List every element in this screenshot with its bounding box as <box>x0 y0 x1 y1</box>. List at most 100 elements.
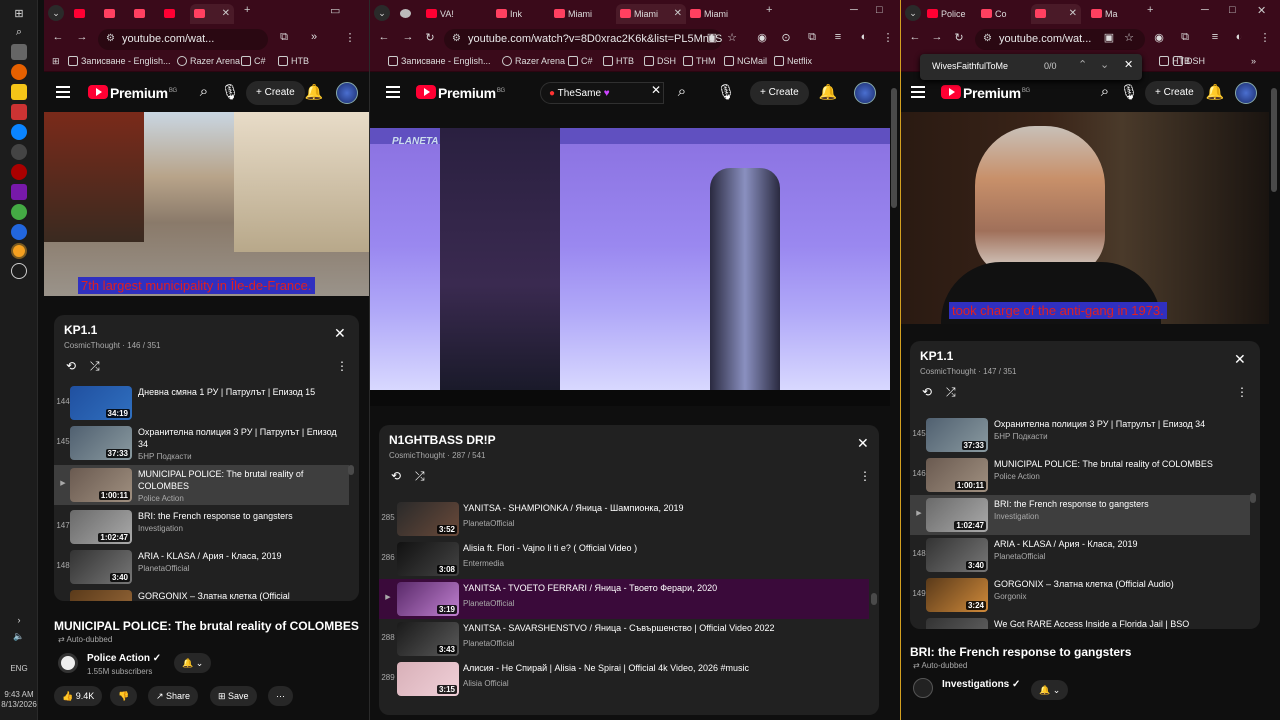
back-icon[interactable]: ← <box>907 31 923 43</box>
files-icon[interactable] <box>11 84 27 100</box>
bell-icon[interactable]: 🔔 <box>1205 83 1225 101</box>
tab[interactable] <box>70 4 98 24</box>
apps-icon[interactable]: ⊞ <box>52 56 60 67</box>
tab-active[interactable]: ✕ <box>190 4 234 24</box>
more-actions-button[interactable]: ⋯ <box>268 686 293 706</box>
thumbnail[interactable]: 1:02:47 <box>70 510 132 544</box>
playlist-row[interactable]: 148 3:40 ARIA - KLASA / Ария - Класа, 2019… <box>910 535 1250 575</box>
avatar[interactable] <box>854 82 876 104</box>
search-icon[interactable]: ⌕ <box>1095 83 1115 100</box>
clear-search-icon[interactable]: ✕ <box>646 83 666 97</box>
tab-search-icon[interactable]: ⌄ <box>48 5 64 21</box>
bell-icon[interactable]: 🔔 <box>818 83 838 101</box>
bell-icon[interactable]: 🔔 <box>304 83 324 101</box>
tab[interactable] <box>130 4 158 24</box>
video-player[interactable]: PLANETA 4K <box>370 128 890 390</box>
shuffle-icon[interactable]: ⤮ <box>946 385 956 400</box>
address-bar[interactable]: ⚙ youtube.com/watch?v=8D0xrac2K6k&list=PL… <box>444 29 722 50</box>
forward-icon[interactable]: → <box>400 31 416 43</box>
bookmark[interactable]: Razer Arena <box>177 56 240 66</box>
playlist-row[interactable]: GORGONIX – Златна клетка (Official <box>54 587 349 601</box>
menu-icon[interactable] <box>911 86 925 98</box>
bookmark[interactable]: Netflix <box>774 56 812 66</box>
bookmark-star-icon[interactable]: ☆ <box>724 31 740 44</box>
extension-icon[interactable]: ⊙ <box>778 31 794 44</box>
thumbnail[interactable]: 3:24 <box>926 578 988 612</box>
profile-icon[interactable]: ⋮ <box>342 31 358 44</box>
save-button[interactable]: ⊞ Save <box>210 686 257 706</box>
thumbnail[interactable]: 1:00:11 <box>70 468 132 502</box>
thumbnail[interactable]: 3:40 <box>926 538 988 572</box>
more-options-icon[interactable]: ⋮ <box>859 469 871 483</box>
playlist-row[interactable]: 148 3:40 ARIA - KLASA / Ария - Класа, 2019… <box>54 547 349 587</box>
clock-time[interactable]: 9:43 AM <box>0 690 38 700</box>
shuffle-icon[interactable]: ⤮ <box>415 469 425 484</box>
more-bookmarks-icon[interactable]: » <box>1251 56 1256 66</box>
close-icon[interactable]: ✕ <box>857 435 869 452</box>
playlist-row[interactable]: 285 3:52 YANITSA - SHAMPIONKA / Яница - Ша… <box>379 499 869 539</box>
bookmark[interactable]: Записване - English... <box>68 56 171 66</box>
thumbnail[interactable]: 3:43 <box>397 622 459 656</box>
avatar[interactable] <box>1235 82 1257 104</box>
bookmark[interactable]: NGMail <box>724 56 767 66</box>
playlist-row-current[interactable]: ▶ 1:00:11 MUNICIPAL POLICE: The brutal rea… <box>54 465 349 505</box>
bookmark[interactable]: C# <box>568 56 593 66</box>
minimize-icon[interactable]: ─ <box>1201 4 1209 16</box>
loop-icon[interactable]: ⟲ <box>66 359 76 373</box>
loop-icon[interactable]: ⟲ <box>922 385 932 399</box>
tab[interactable]: Co <box>977 4 1021 24</box>
profile-icon[interactable]: ◐ <box>1231 31 1247 43</box>
opera-icon[interactable] <box>11 164 27 180</box>
chrome-menu-icon[interactable]: ⋮ <box>880 31 896 44</box>
find-close-icon[interactable]: ✕ <box>1124 58 1133 71</box>
thumbnail[interactable]: 37:33 <box>70 426 132 460</box>
tab[interactable]: Miami <box>686 4 748 24</box>
create-button[interactable]: + Create <box>750 81 809 105</box>
start-icon[interactable]: ⊞ <box>11 6 27 22</box>
back-icon[interactable]: ← <box>376 31 392 43</box>
tab[interactable]: Ink <box>492 4 552 24</box>
video-player[interactable]: 7th largest municipality in Île-de-Franc… <box>44 112 369 296</box>
close-icon[interactable]: ✕ <box>334 325 346 342</box>
scrollbar[interactable] <box>1250 493 1256 503</box>
language-indicator[interactable]: ENG <box>0 664 38 674</box>
menu-list-icon[interactable]: ≡ <box>830 31 846 43</box>
bookmark[interactable]: НТВ <box>603 56 634 66</box>
playlist-row[interactable]: 146 1:00:11 MUNICIPAL POLICE: The brutal r… <box>910 455 1250 495</box>
menu-icon[interactable] <box>386 86 400 98</box>
reload-icon[interactable]: ↻ <box>422 31 438 44</box>
close-window-icon[interactable]: ✕ <box>1257 4 1266 17</box>
close-tab-icon[interactable]: ✕ <box>674 8 682 19</box>
tab[interactable] <box>100 4 128 24</box>
youtube-logo-icon[interactable] <box>941 85 961 99</box>
steam-icon[interactable] <box>11 144 27 160</box>
new-tab-icon[interactable]: + <box>766 4 772 16</box>
video-player[interactable]: took charge of the anti-gang in 1973. <box>901 112 1269 324</box>
mic-icon[interactable]: 🎙 <box>716 83 736 101</box>
chrome-active-icon[interactable] <box>11 243 27 259</box>
playlist-row[interactable]: 145 37:33 Охранителна полиция 3 РУ | Патру… <box>910 415 1250 455</box>
bookmark[interactable]: ТНМ <box>683 56 716 66</box>
back-icon[interactable]: ← <box>50 31 66 43</box>
tab-active[interactable]: ✕ <box>1031 4 1081 24</box>
app-icon[interactable] <box>11 104 27 120</box>
bookmark[interactable]: DSH <box>1173 56 1205 66</box>
avatar[interactable] <box>336 82 358 104</box>
profile-icon[interactable]: ◐ <box>856 31 872 43</box>
tab[interactable]: Ma <box>1087 4 1131 24</box>
playlist-row[interactable]: 149 3:24 GORGONIX – Златна клетка (Officia… <box>910 575 1250 615</box>
bookmark[interactable]: Записване - English... <box>388 56 491 66</box>
thumbnail[interactable] <box>70 590 132 601</box>
playlist-row-current[interactable]: ▶ 3:19 YANITSA - TVOETO FERRARI / Яница - … <box>379 579 869 619</box>
notify-bell-button[interactable]: 🔔 ⌄ <box>1031 680 1069 700</box>
more-options-icon[interactable]: ⋮ <box>336 359 348 373</box>
brand-label[interactable]: PremiumBG <box>110 85 177 101</box>
maximize-icon[interactable]: □ <box>1229 4 1236 16</box>
forward-icon[interactable]: → <box>929 31 945 43</box>
find-input[interactable]: WivesFaithfulToMe <box>932 61 1008 71</box>
onenote-icon[interactable] <box>11 184 27 200</box>
channel-avatar[interactable] <box>913 678 933 698</box>
app2-icon[interactable] <box>11 224 27 240</box>
tab[interactable]: Miami <box>550 4 612 24</box>
notify-bell-button[interactable]: 🔔 ⌄ <box>174 653 212 673</box>
